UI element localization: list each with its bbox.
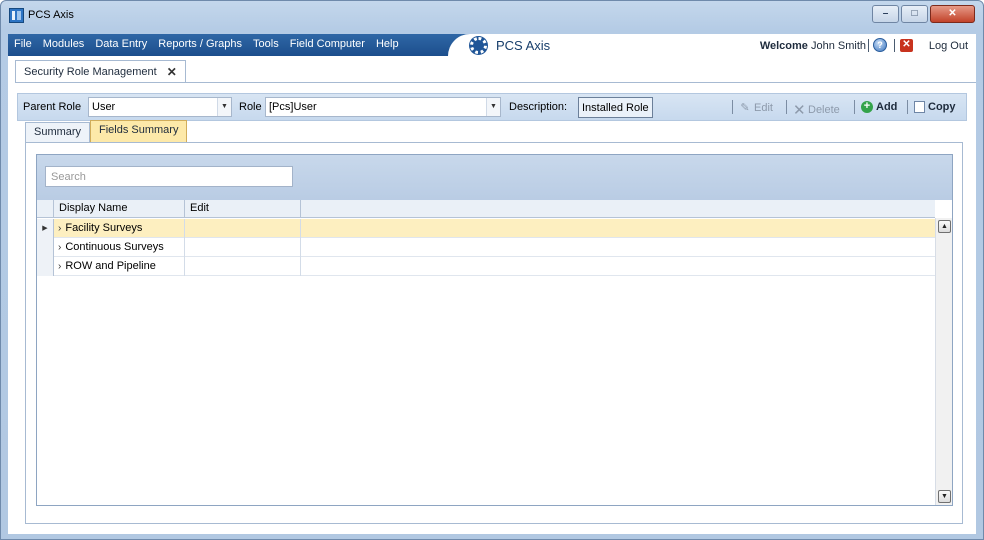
welcome-label: Welcome: [759, 40, 808, 52]
role-select[interactable]: [Pcs]User ▼: [265, 97, 501, 117]
close-tab-icon[interactable]: ✕: [167, 65, 177, 79]
menu-file[interactable]: File: [14, 38, 32, 50]
user-name: John Smith: [810, 40, 866, 52]
menu-bar: File Modules Data Entry Reports / Graphs…: [8, 34, 976, 56]
expand-chevron-icon[interactable]: ›: [58, 261, 61, 272]
parent-role-label: Parent Role: [23, 101, 82, 113]
fields-grid: Search Display Name Edit ▶ › Facility Sur…: [36, 154, 953, 506]
scroll-up-icon[interactable]: ▲: [938, 220, 951, 233]
welcome-text: Welcome John Smith: [760, 40, 866, 52]
title-bar: PCS Axis – □ ✕: [1, 1, 983, 29]
tab-fields-summary[interactable]: Fields Summary: [90, 120, 188, 142]
row-name: Facility Surveys: [65, 222, 143, 234]
table-row[interactable]: › ROW and Pipeline: [37, 257, 935, 276]
row-indicator: [37, 238, 54, 257]
edit-cell[interactable]: [185, 257, 301, 276]
vertical-scrollbar[interactable]: ▲ ▼: [935, 218, 952, 505]
separator: [868, 39, 869, 52]
table-row[interactable]: ▶ › Facility Surveys: [37, 219, 935, 238]
copy-icon: [914, 101, 925, 113]
table-row[interactable]: › Continuous Surveys: [37, 238, 935, 257]
row-name: Continuous Surveys: [65, 241, 164, 253]
role-label: Role: [239, 101, 262, 113]
column-header-display-name[interactable]: Display Name: [54, 200, 185, 218]
add-button[interactable]: + Add: [861, 101, 897, 113]
fields-summary-panel: Search Display Name Edit ▶ › Facility Sur…: [25, 142, 963, 524]
row-name: ROW and Pipeline: [65, 260, 156, 272]
menu-reports-graphs[interactable]: Reports / Graphs: [158, 38, 242, 50]
copy-button-label: Copy: [928, 101, 956, 113]
grid-header-area: Search: [37, 155, 952, 200]
tab-summary[interactable]: Summary: [25, 122, 91, 142]
brand-name: PCS Axis: [496, 38, 551, 53]
delete-button-label: Delete: [808, 104, 840, 116]
description-label: Description:: [509, 101, 568, 113]
app-window: PCS Axis – □ ✕ File Modules Data Entry R…: [0, 0, 984, 540]
separator: [786, 100, 787, 114]
menu-field-computer[interactable]: Field Computer: [290, 38, 365, 50]
separator: [732, 100, 733, 114]
edit-button[interactable]: ✎ Edit: [739, 101, 773, 115]
row-indicator-header: [37, 200, 54, 218]
app-logo-icon: [9, 8, 24, 23]
delete-x-icon: ✕: [793, 102, 806, 119]
tab-security-role-management[interactable]: Security Role Management ✕: [15, 60, 186, 82]
window-title: PCS Axis: [28, 9, 74, 21]
menu-modules[interactable]: Modules: [43, 38, 85, 50]
pcs-axis-logo-icon: [470, 37, 487, 54]
tab-divider: [15, 82, 976, 83]
row-selector-icon: ▶: [37, 219, 54, 238]
logout-link[interactable]: Log Out: [929, 40, 968, 52]
role-value: [Pcs]User: [269, 101, 317, 113]
expand-chevron-icon[interactable]: ›: [58, 223, 61, 234]
separator: [907, 100, 908, 114]
close-window-icon[interactable]: ✕: [930, 5, 975, 23]
role-toolbar: Parent Role User ▼ Role [Pcs]User ▼ Desc…: [17, 93, 967, 121]
client-area: Security Role Management ✕ Parent Role U…: [8, 56, 976, 534]
brand-area: PCS Axis Welcome John Smith ? ✕ Log Out: [448, 34, 976, 56]
window-controls: – □ ✕: [872, 5, 975, 23]
pencil-icon: ✎: [740, 102, 750, 114]
display-name-cell: › ROW and Pipeline: [54, 257, 185, 276]
display-name-cell: › Facility Surveys: [54, 219, 185, 238]
chevron-down-icon[interactable]: ▼: [217, 98, 231, 116]
scroll-down-icon[interactable]: ▼: [938, 490, 951, 503]
menu-data-entry[interactable]: Data Entry: [95, 38, 147, 50]
edit-button-label: Edit: [754, 101, 773, 114]
expand-chevron-icon[interactable]: ›: [58, 242, 61, 253]
menu-help[interactable]: Help: [376, 38, 399, 50]
edit-cell[interactable]: [185, 219, 301, 238]
help-icon[interactable]: ?: [873, 38, 887, 52]
description-value: Installed Role: [578, 97, 653, 118]
parent-role-value: User: [92, 101, 116, 113]
search-input[interactable]: Search: [45, 166, 293, 187]
column-header-edit[interactable]: Edit: [185, 200, 301, 218]
add-plus-icon: +: [861, 101, 873, 113]
display-name-cell: › Continuous Surveys: [54, 238, 185, 257]
menu-items: File Modules Data Entry Reports / Graphs…: [14, 38, 399, 50]
chevron-down-icon[interactable]: ▼: [486, 98, 500, 116]
logout-icon[interactable]: ✕: [900, 39, 913, 52]
doc-tab-label: Security Role Management: [24, 65, 157, 78]
add-button-label: Add: [876, 101, 898, 113]
parent-role-select[interactable]: User ▼: [88, 97, 232, 117]
delete-button[interactable]: ✕ Delete: [793, 101, 840, 119]
row-indicator: [37, 257, 54, 276]
separator: [854, 100, 855, 114]
edit-cell[interactable]: [185, 238, 301, 257]
menu-tools[interactable]: Tools: [253, 38, 279, 50]
column-header-filler: [301, 200, 935, 218]
copy-button[interactable]: Copy: [914, 101, 956, 113]
separator: [894, 39, 895, 52]
maximize-icon[interactable]: □: [901, 5, 928, 23]
minimize-icon[interactable]: –: [872, 5, 899, 23]
